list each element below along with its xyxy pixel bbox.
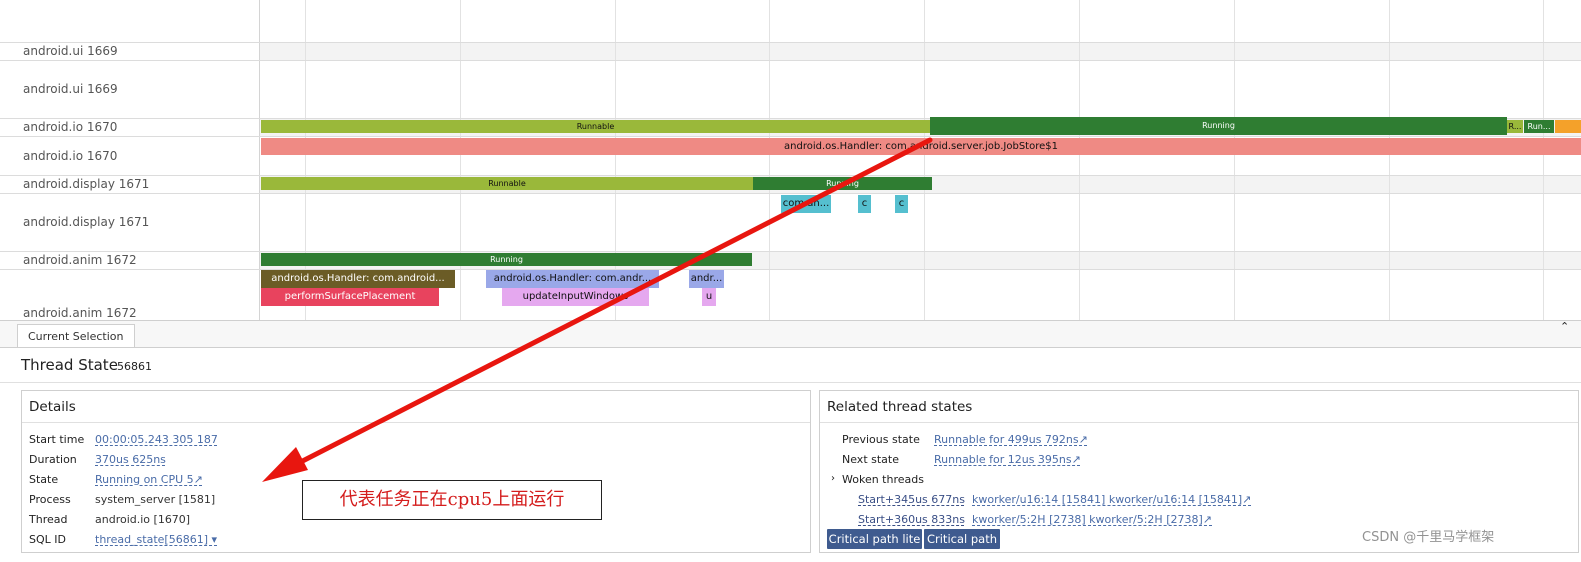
details-title: Details <box>29 399 76 415</box>
details-box: Details Start time 00:00:05.243 305 187 … <box>21 390 811 553</box>
start-time-label: Start time <box>29 433 85 446</box>
track-header-band <box>260 42 1581 60</box>
grid-line <box>1234 0 1235 320</box>
slice-running[interactable]: Running <box>753 177 932 190</box>
grid-line <box>1543 0 1544 320</box>
slice-u[interactable]: u <box>702 288 716 306</box>
woken-threads-label[interactable]: Woken threads <box>842 473 924 486</box>
chevron-right-icon[interactable]: › <box>831 473 835 484</box>
slice-runnable-short[interactable]: R... <box>1507 120 1523 133</box>
start-time-link[interactable]: 00:00:05.243 305 187 <box>95 433 218 446</box>
thread-label: Thread <box>29 513 68 526</box>
slice-update-input-windows[interactable]: updateInputWindows <box>502 288 649 306</box>
row-separator <box>0 136 1581 137</box>
slice-com[interactable]: com.an... <box>781 195 831 213</box>
next-state-link[interactable]: Runnable for 12us 395ns↗ <box>934 453 1081 466</box>
slice-running[interactable]: Running <box>261 253 752 266</box>
slice-c[interactable]: c <box>895 195 908 213</box>
watermark: CSDN @千里马学框架 <box>1362 530 1495 545</box>
annotation-note: 代表任务正在cpu5上面运行 <box>302 480 602 520</box>
grid-line <box>1079 0 1080 320</box>
details-panel: Current Selection Thread State 56861 Det… <box>0 320 1581 562</box>
next-state-label: Next state <box>842 453 899 466</box>
grid-line <box>1389 0 1390 320</box>
grid-line <box>769 0 770 320</box>
previous-state-label: Previous state <box>842 433 920 446</box>
row-separator <box>0 193 1581 194</box>
state-link[interactable]: Running on CPU 5↗ <box>95 473 203 486</box>
track-label-anim[interactable]: android.anim 1672 <box>23 253 137 267</box>
divider <box>820 422 1578 423</box>
process-value: system_server [1581] <box>95 493 216 506</box>
slice-runnable[interactable]: Runnable <box>261 177 753 190</box>
slice-c[interactable]: c <box>858 195 871 213</box>
track-label-display[interactable]: android.display 1671 <box>23 177 149 191</box>
slice-running-short[interactable]: Run... <box>1524 120 1554 133</box>
divider <box>0 382 1581 383</box>
row-separator <box>0 269 1581 270</box>
grid-line <box>924 0 925 320</box>
critical-path-button[interactable]: Critical path <box>924 529 1000 549</box>
woken-time-link[interactable]: Start+345us 677ns <box>858 493 965 506</box>
timeline-area[interactable]: android.ui 1669 android.ui 1669 android.… <box>0 0 1581 320</box>
track-label-io[interactable]: android.io 1670 <box>23 120 117 134</box>
slice-runnable[interactable]: Runnable <box>261 120 930 133</box>
row-separator <box>0 60 1581 61</box>
related-title: Related thread states <box>827 399 973 415</box>
slice-running[interactable]: Running <box>930 117 1507 135</box>
page-title: Thread State <box>21 356 118 374</box>
previous-state-link[interactable]: Runnable for 499us 792ns↗ <box>934 433 1088 446</box>
slice-handler[interactable]: android.os.Handler: com.android... <box>261 270 455 288</box>
tab-current-selection[interactable]: Current Selection <box>17 324 135 348</box>
resize-handle-icon[interactable]: ⌃ <box>1560 320 1569 333</box>
thread-state-id: 56861 <box>117 360 152 373</box>
track-label-io[interactable]: android.io 1670 <box>23 149 117 163</box>
woken-thread-link[interactable]: kworker/u16:14 [15841] kworker/u16:14 [1… <box>972 493 1251 506</box>
slice-perform-surface-placement[interactable]: performSurfacePlacement <box>261 288 439 306</box>
row-separator <box>0 42 1581 43</box>
slice-handler[interactable]: andr... <box>689 270 724 288</box>
grid-line <box>460 0 461 320</box>
sql-id-link[interactable]: thread_state[56861] ▾ <box>95 533 217 546</box>
process-label: Process <box>29 493 71 506</box>
woken-time-link[interactable]: Start+360us 833ns <box>858 513 965 526</box>
row-separator <box>0 251 1581 252</box>
panel-body: Thread State 56861 Details Start time 00… <box>0 347 1581 562</box>
sql-id-label: SQL ID <box>29 533 66 546</box>
track-label-anim[interactable]: android.anim 1672 <box>23 306 137 320</box>
thread-value: android.io [1670] <box>95 513 191 526</box>
track-label-ui[interactable]: android.ui 1669 <box>23 82 118 96</box>
row-separator <box>0 175 1581 176</box>
slice-jobstore-handler[interactable]: android.os.Handler: com.android.server.j… <box>261 138 1581 155</box>
critical-path-lite-button[interactable]: Critical path lite <box>827 529 922 549</box>
woken-thread-link[interactable]: kworker/5:2H [2738] kworker/5:2H [2738]↗ <box>972 513 1212 526</box>
duration-link[interactable]: 370us 625ns <box>95 453 166 466</box>
state-label: State <box>29 473 59 486</box>
slice-handler[interactable]: android.os.Handler: com.andr... <box>486 270 659 288</box>
track-label-ui[interactable]: android.ui 1669 <box>23 44 118 58</box>
divider <box>22 422 810 423</box>
slice-orange[interactable] <box>1555 120 1581 133</box>
track-label-display[interactable]: android.display 1671 <box>23 215 149 229</box>
duration-label: Duration <box>29 453 77 466</box>
